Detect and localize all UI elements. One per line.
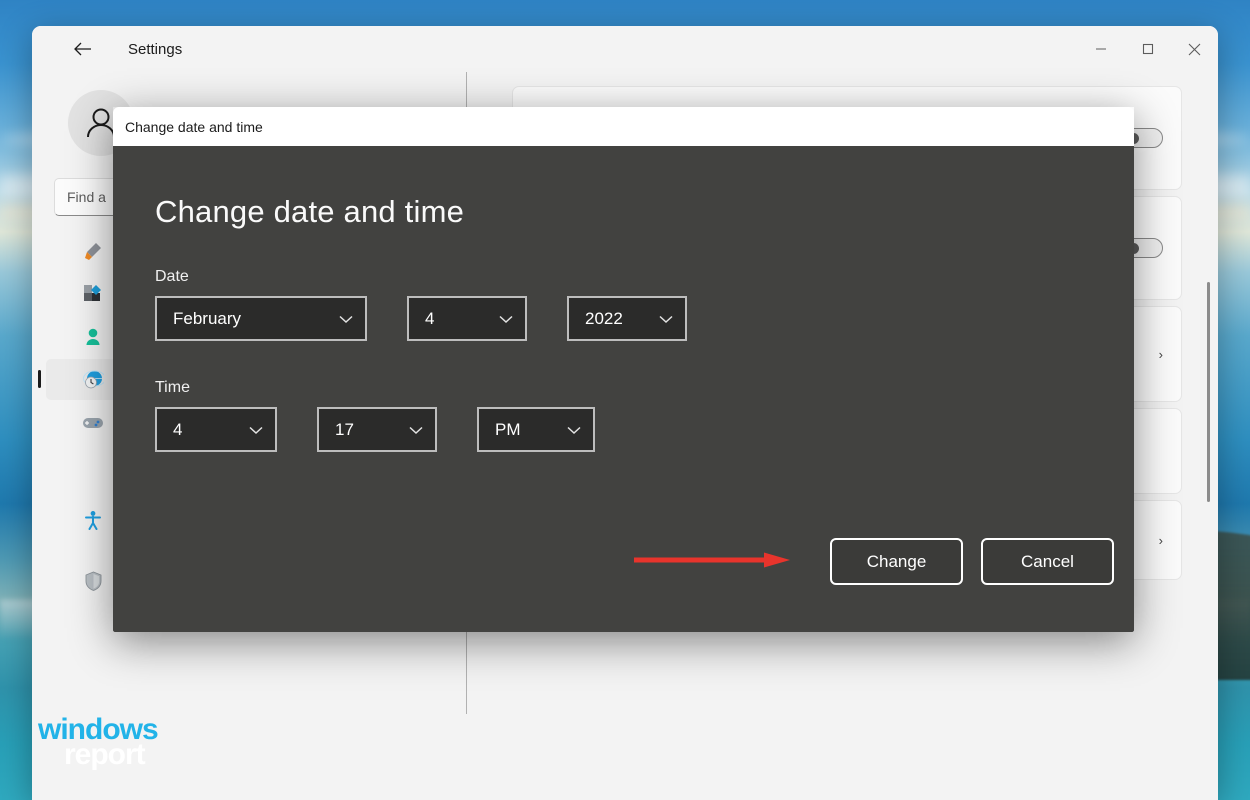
paintbrush-icon <box>82 240 104 262</box>
chevron-down-icon <box>339 311 353 327</box>
window-controls <box>1077 26 1218 72</box>
month-dropdown[interactable]: February <box>155 296 367 341</box>
back-button[interactable] <box>64 33 100 65</box>
dialog-titlebar-label: Change date and time <box>125 118 263 135</box>
chevron-down-icon <box>249 422 263 438</box>
time-language-globe-icon <box>82 369 104 391</box>
time-section-label: Time <box>155 379 190 396</box>
time-combo-row: 4 17 PM <box>155 407 1134 452</box>
hour-value: 4 <box>173 419 183 439</box>
dialog-titlebar: Change date and time <box>113 107 1134 146</box>
chevron-right-icon: › <box>1158 532 1163 548</box>
year-value: 2022 <box>585 308 623 328</box>
dialog-body: Change date and time Date February 4 202… <box>113 146 1134 632</box>
close-button[interactable] <box>1171 26 1218 72</box>
meridiem-value: PM <box>495 419 521 439</box>
chevron-down-icon <box>409 422 423 438</box>
shield-icon <box>82 570 104 592</box>
chevron-down-icon <box>659 311 673 327</box>
chevron-down-icon <box>567 422 581 438</box>
date-combo-row: February 4 2022 <box>155 296 1134 341</box>
window-titlebar: Settings <box>32 26 1218 72</box>
date-section-label: Date <box>155 268 189 285</box>
change-date-time-dialog: Change date and time Change date and tim… <box>113 107 1134 632</box>
search-value: Find a <box>67 189 106 205</box>
chevron-down-icon <box>499 311 513 327</box>
content-scrollbar[interactable] <box>1207 282 1210 502</box>
dialog-actions: Change Cancel <box>830 538 1114 585</box>
meridiem-dropdown[interactable]: PM <box>477 407 595 452</box>
minimize-icon <box>1095 48 1106 50</box>
maximize-icon <box>1142 43 1153 55</box>
cancel-button[interactable]: Cancel <box>981 538 1114 585</box>
day-value: 4 <box>425 308 435 328</box>
change-button[interactable]: Change <box>830 538 963 585</box>
accessibility-person-icon <box>82 509 104 531</box>
minute-value: 17 <box>335 419 354 439</box>
minute-dropdown[interactable]: 17 <box>317 407 437 452</box>
day-dropdown[interactable]: 4 <box>407 296 527 341</box>
dialog-heading: Change date and time <box>155 194 465 229</box>
red-arrow-annotation <box>632 551 792 569</box>
month-value: February <box>173 308 242 328</box>
year-dropdown[interactable]: 2022 <box>567 296 687 341</box>
chevron-right-icon: › <box>1158 346 1163 362</box>
accounts-person-icon <box>82 326 104 348</box>
apps-icon <box>82 283 104 305</box>
back-arrow-icon <box>73 42 91 56</box>
close-icon <box>1188 43 1201 55</box>
minimize-button[interactable] <box>1077 26 1124 72</box>
screen: Settings Find a › › Change date and time… <box>0 0 1250 800</box>
hour-dropdown[interactable]: 4 <box>155 407 277 452</box>
gaming-controller-icon <box>82 412 104 434</box>
window-title: Settings <box>128 40 183 58</box>
maximize-button[interactable] <box>1124 26 1171 72</box>
